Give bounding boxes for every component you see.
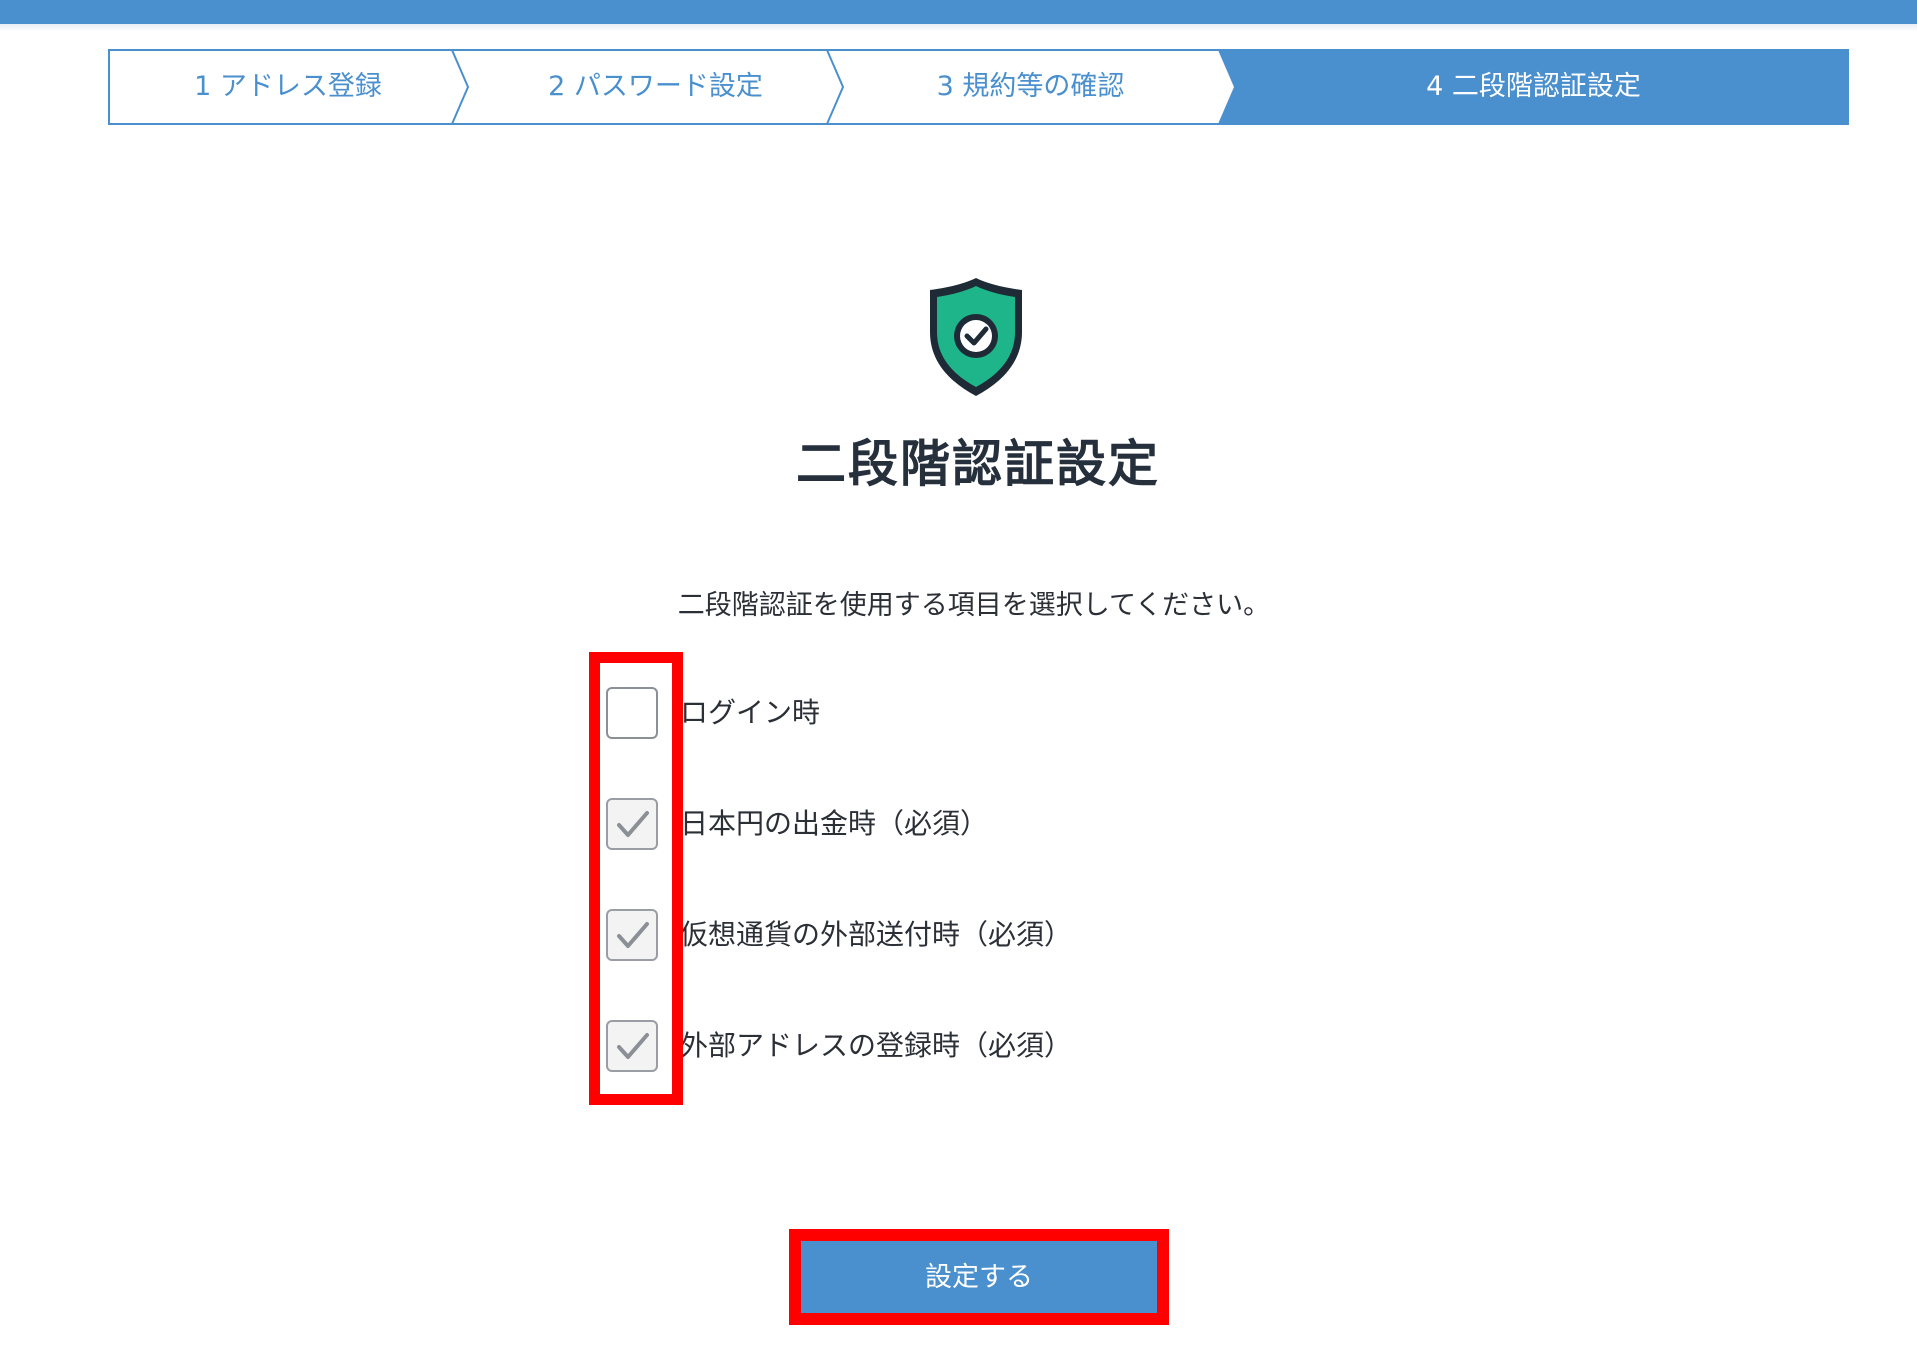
option-label: 外部アドレスの登録時（必須） (680, 1029, 1073, 1062)
top-bar (0, 0, 1917, 24)
instruction-text: 二段階認証を使用する項目を選択してください。 (677, 590, 1271, 621)
option-label: 日本円の出金時（必須） (680, 807, 989, 840)
option-label: 仮想通貨の外部送付時（必須） (680, 918, 1073, 951)
page-title: 二段階認証設定 (796, 435, 1160, 493)
top-bar-shadow (0, 24, 1917, 32)
progress-stepper: 1 アドレス登録 2 パスワード設定 3 規約等の確認 4 二段階認証設定 (108, 49, 1849, 125)
step-1-label: 1 アドレス登録 (194, 71, 382, 102)
step-3-label: 3 規約等の確認 (936, 71, 1125, 102)
option-label: ログイン時 (680, 696, 821, 729)
shield-check-icon (924, 274, 1028, 400)
checkbox-highlight-annotation (589, 652, 683, 1105)
submit-button[interactable]: 設定する (801, 1241, 1157, 1313)
step-2-label: 2 パスワード設定 (548, 71, 763, 102)
step-4-label-active: 4 二段階認証設定 (1426, 71, 1641, 102)
submit-highlight-annotation: 設定する (789, 1229, 1169, 1325)
